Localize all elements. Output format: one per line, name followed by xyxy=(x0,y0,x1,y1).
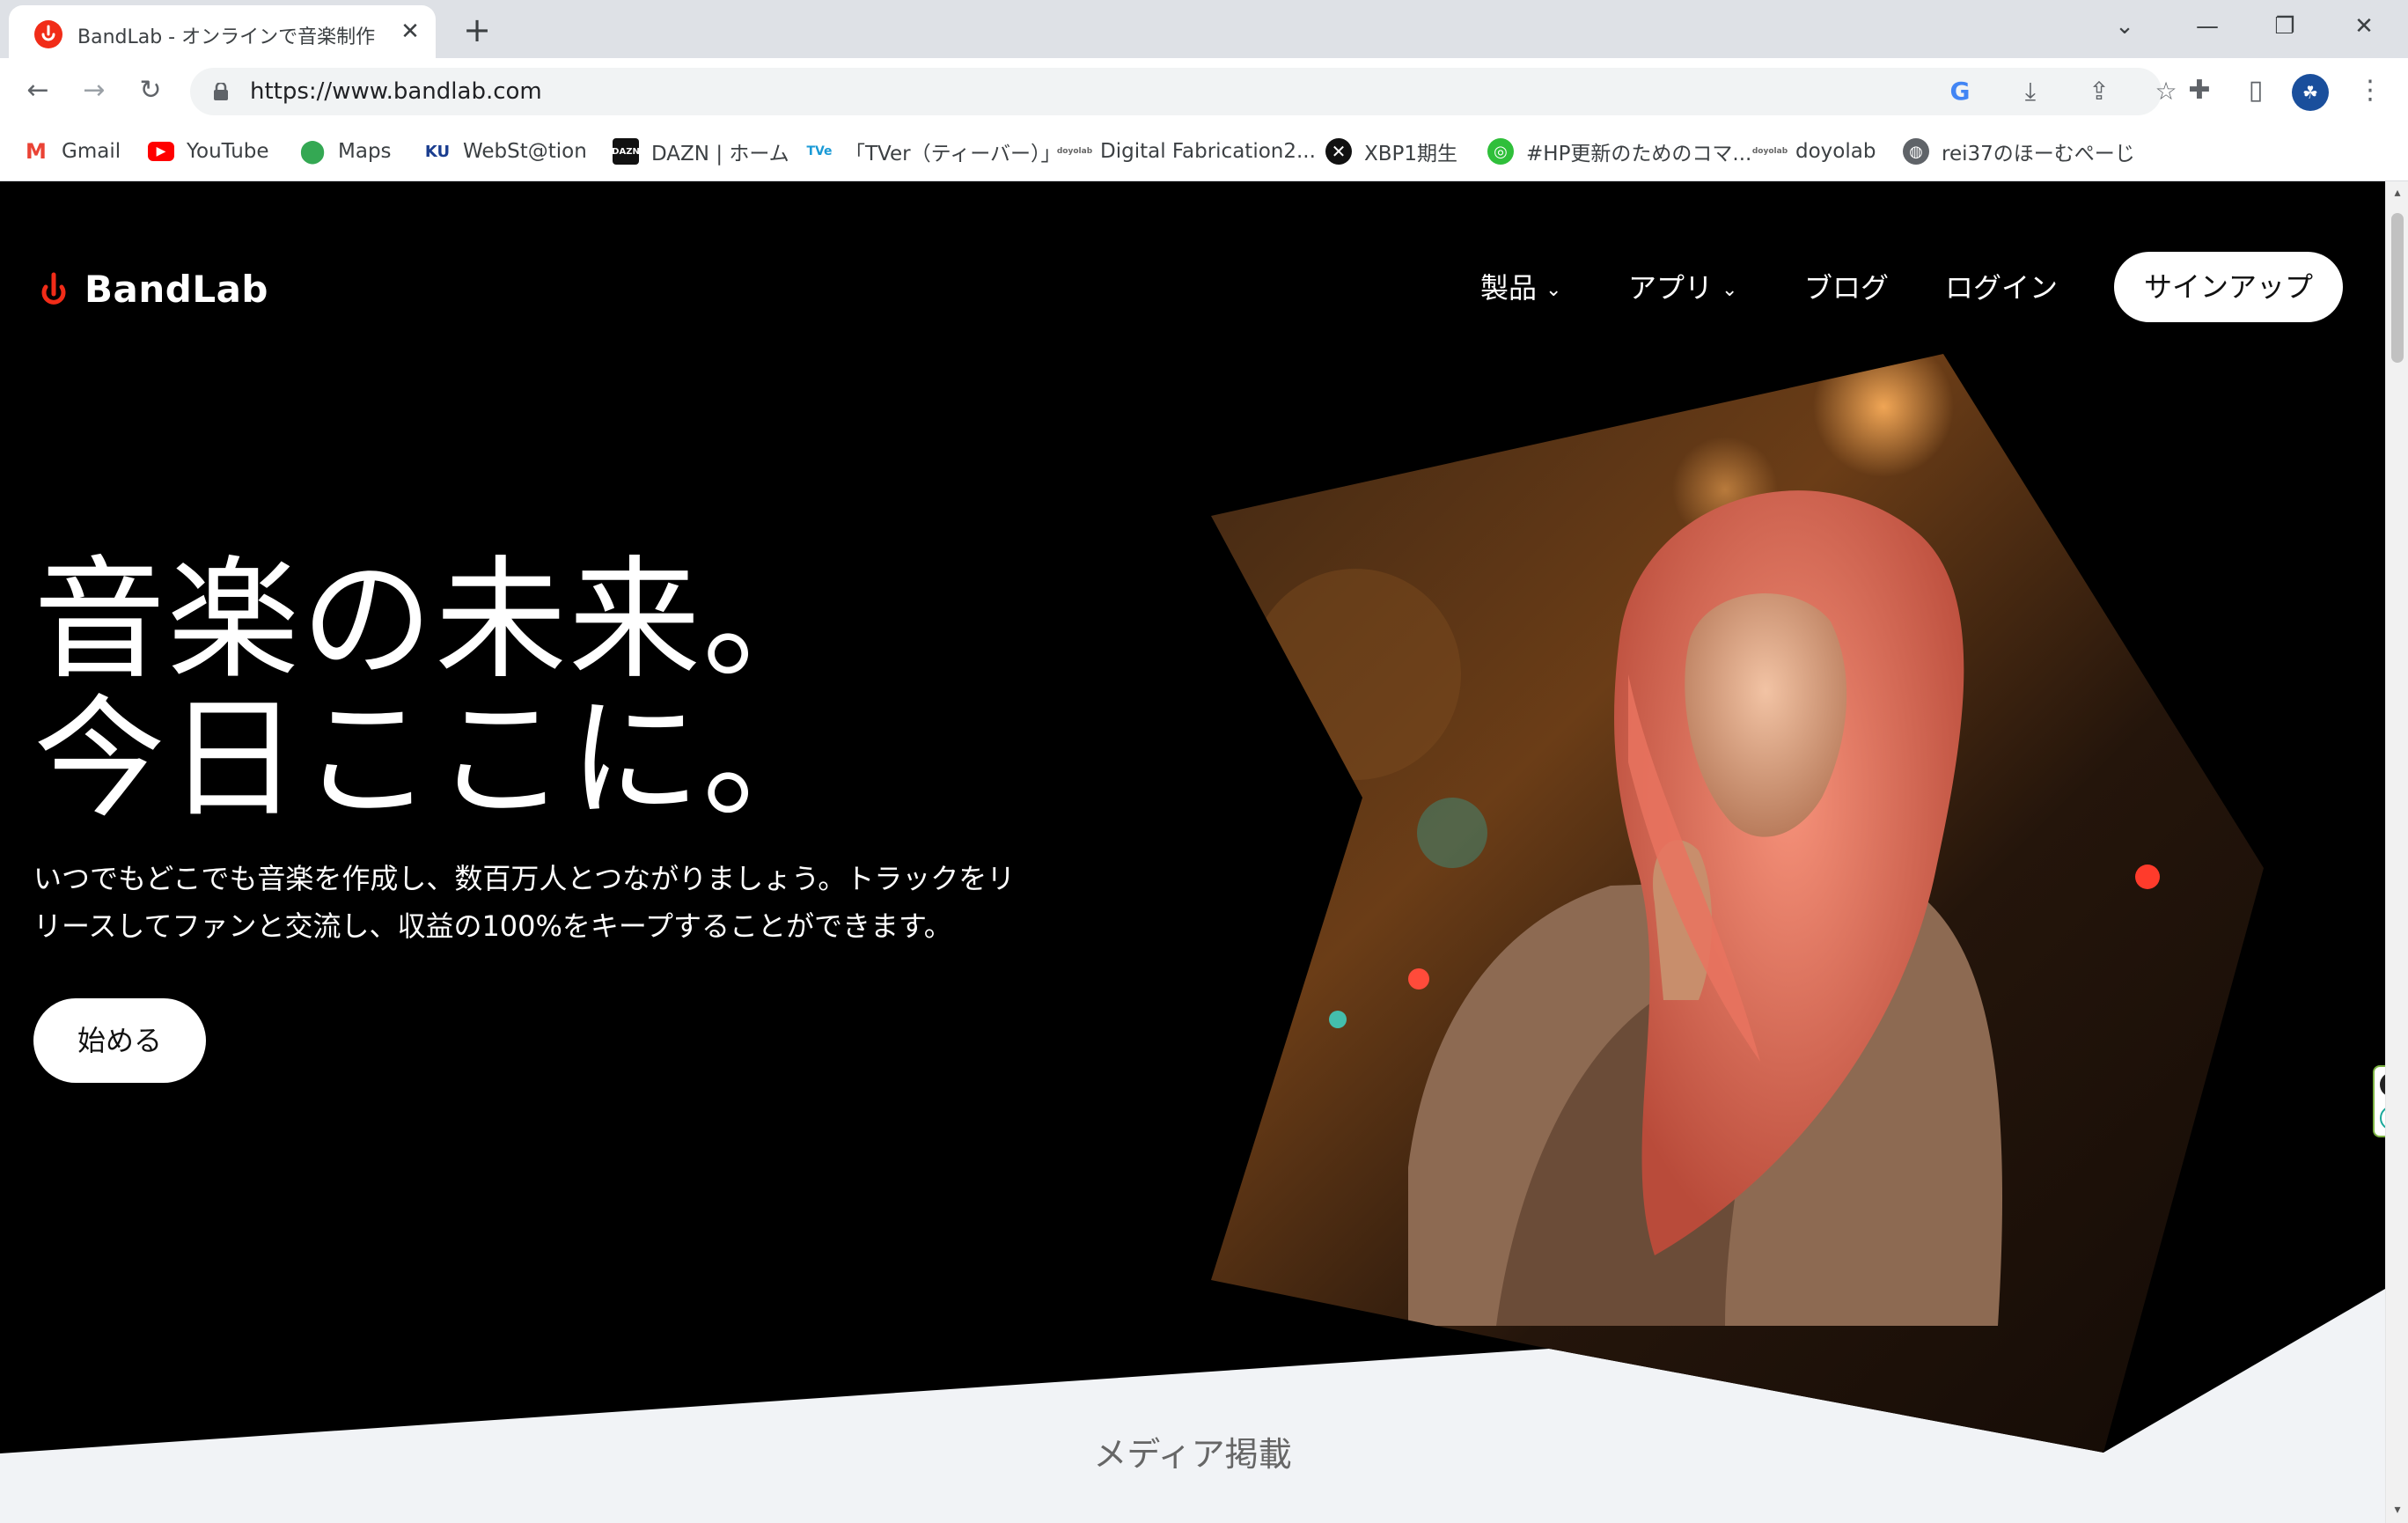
profile-avatar-icon[interactable]: ☘ xyxy=(2290,70,2331,111)
bookmark-gmail[interactable]: M Gmail xyxy=(23,134,121,169)
bookmark-xbp[interactable]: ✕ XBP1期生 xyxy=(1325,134,1457,169)
bandlab-page: BandLab 製品 ⌄ アプリ ⌄ ブログ ログイン サインアップ 音楽の未来。 … xyxy=(0,181,2385,1523)
extensions-icon[interactable]: ✚ xyxy=(2179,70,2220,111)
tab-title: BandLab - オンラインで音楽制作 xyxy=(77,26,376,48)
bookmark-webstation[interactable]: KU WebSt@tion xyxy=(424,134,587,169)
bookmark-doyolab[interactable]: doyolab doyolab xyxy=(1752,134,1876,169)
bookmark-label: rei37のほーむぺーじ xyxy=(1942,143,2135,166)
bandlab-logo-icon xyxy=(41,272,66,305)
bookmark-label: YouTube xyxy=(187,140,269,163)
maps-icon: ⬤ xyxy=(299,138,326,165)
chevron-down-icon: ⌄ xyxy=(1722,278,1738,301)
bookmark-label: Gmail xyxy=(62,140,121,163)
bookmark-rei37[interactable]: ◍ rei37のほーむぺーじ xyxy=(1903,134,2135,169)
bookmark-tver[interactable]: TVe 「TVer（ティーバー）」 xyxy=(806,134,1061,169)
browser-chrome: BandLab - オンラインで音楽制作 ✕ + ⌄ — ❐ ✕ ← → ↻ h… xyxy=(0,0,2408,181)
bookmark-hp[interactable]: ◎ #HP更新のためのコマ... xyxy=(1487,134,1751,169)
reload-icon[interactable]: ↻ xyxy=(130,70,171,111)
bookmark-label: #HP更新のためのコマ... xyxy=(1526,143,1752,166)
nav-blog[interactable]: ブログ xyxy=(1804,266,1889,306)
bookmark-maps[interactable]: ⬤ Maps xyxy=(299,134,392,169)
hero-title: 音楽の未来。 今日ここに。 xyxy=(33,551,836,829)
bandlab-logo[interactable]: BandLab xyxy=(33,268,268,311)
nav-apps[interactable]: アプリ ⌄ xyxy=(1628,266,1737,306)
restore-icon[interactable]: ❐ xyxy=(2258,7,2311,46)
logo-text: BandLab xyxy=(84,268,268,311)
globe-icon: ◍ xyxy=(1903,138,1929,165)
page-scrollbar[interactable]: ▴ ▾ xyxy=(2385,181,2408,1523)
bookmarks-bar: M Gmail ▶ YouTube ⬤ Maps KU WebSt@tion D… xyxy=(0,123,2408,181)
new-tab-button[interactable]: + xyxy=(459,12,495,48)
bookmark-digital-fabrication[interactable]: doyolab Digital Fabrication2... xyxy=(1057,134,1316,169)
address-bar[interactable]: https://www.bandlab.com G ⤓ ⇪ ☆ xyxy=(190,68,2177,115)
minimize-icon[interactable]: — xyxy=(2181,7,2234,46)
back-icon[interactable]: ← xyxy=(18,70,58,111)
doyolab-icon: doyolab xyxy=(1752,138,1788,165)
side-panel-icon[interactable]: ▯ xyxy=(2235,70,2276,111)
bookmark-label: Digital Fabrication2... xyxy=(1100,140,1316,163)
start-button[interactable]: 始める xyxy=(33,998,206,1083)
hero-title-line1: 音楽の未来。 xyxy=(33,544,837,697)
bookmark-label: WebSt@tion xyxy=(463,140,587,163)
doyolab-icon: doyolab xyxy=(1057,138,1092,165)
hp-icon: ◎ xyxy=(1487,138,1514,165)
bookmark-youtube[interactable]: ▶ YouTube xyxy=(148,134,269,169)
signup-button[interactable]: サインアップ xyxy=(2114,252,2343,322)
bandlab-favicon-icon xyxy=(34,20,62,48)
bookmark-dazn[interactable]: DAZN DAZN | ホーム xyxy=(612,134,789,169)
lock-icon xyxy=(214,83,228,100)
gmail-icon: M xyxy=(23,138,49,165)
tver-icon: TVe xyxy=(806,138,833,165)
close-window-icon[interactable]: ✕ xyxy=(2338,7,2390,46)
tab-close-icon[interactable]: ✕ xyxy=(396,18,424,46)
active-tab[interactable]: BandLab - オンラインで音楽制作 ✕ xyxy=(9,5,436,58)
bookmark-label: Maps xyxy=(338,140,392,163)
google-icon[interactable]: G xyxy=(1943,75,1977,108)
bookmark-label: DAZN | ホーム xyxy=(651,143,789,166)
hero-background xyxy=(0,354,2385,1523)
bookmark-star-icon[interactable]: ☆ xyxy=(2149,75,2183,108)
nav-products[interactable]: 製品 ⌄ xyxy=(1480,266,1561,306)
ku-icon: KU xyxy=(424,138,451,165)
tab-search-icon[interactable]: ⌄ xyxy=(2098,7,2151,46)
bookmark-label: 「TVer（ティーバー）」 xyxy=(845,143,1061,166)
nav-label: アプリ xyxy=(1628,271,1714,305)
forward-icon[interactable]: → xyxy=(74,70,114,111)
tab-strip: BandLab - オンラインで音楽制作 ✕ + ⌄ — ❐ ✕ xyxy=(0,0,2408,58)
browser-toolbar: ← → ↻ https://www.bandlab.com G ⤓ ⇪ ☆ ✚ … xyxy=(0,58,2408,123)
nav-login[interactable]: ログイン xyxy=(1945,266,2058,306)
youtube-icon: ▶ xyxy=(148,142,174,161)
share-icon[interactable]: ⇪ xyxy=(2082,75,2116,108)
scrollbar-thumb[interactable] xyxy=(2391,213,2404,363)
bookmark-label: XBP1期生 xyxy=(1364,143,1458,166)
scroll-up-icon[interactable]: ▴ xyxy=(2391,187,2404,199)
media-section-title: メディア掲載 xyxy=(1093,1435,1292,1474)
menu-dots-icon[interactable]: ⋮ xyxy=(2350,70,2390,111)
dazn-icon: DAZN xyxy=(612,138,640,165)
hero-title-line2: 今日ここに。 xyxy=(33,683,837,836)
url-text[interactable]: https://www.bandlab.com xyxy=(250,68,542,115)
bookmark-label: doyolab xyxy=(1795,140,1876,163)
nav-label: 製品 xyxy=(1480,271,1538,305)
xbp-icon: ✕ xyxy=(1325,138,1352,165)
hero-subtitle: いつでもどこでも音楽を作成し、数百万人とつながりましょう。トラックをリリースして… xyxy=(33,862,1016,943)
chevron-down-icon: ⌄ xyxy=(1545,278,1562,301)
hero-photo xyxy=(1211,354,2264,1453)
install-app-icon[interactable]: ⤓ xyxy=(2014,75,2047,108)
scroll-down-icon[interactable]: ▾ xyxy=(2391,1504,2404,1516)
